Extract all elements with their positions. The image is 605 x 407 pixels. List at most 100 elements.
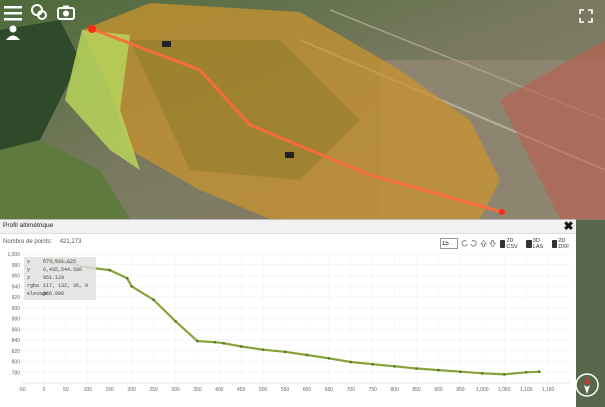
profile-point[interactable] [437, 368, 440, 372]
profile-point[interactable] [481, 372, 484, 375]
export-2d-csv-button[interactable]: 2D CSV [500, 238, 524, 250]
x-tick-label: 800 [390, 387, 399, 393]
x-tick-label: -50 [18, 387, 25, 393]
export-label: 2D CSV [506, 237, 518, 250]
profile-point[interactable] [239, 345, 243, 348]
profile-point[interactable] [174, 319, 177, 323]
expand-icon [579, 9, 593, 23]
download-icon [500, 239, 506, 248]
profile-point[interactable] [502, 373, 506, 376]
x-tick-label: 1,100 [520, 387, 533, 393]
profile-point[interactable] [213, 340, 217, 344]
expand-button[interactable] [577, 7, 595, 25]
x-tick-label: 1,150 [542, 387, 555, 393]
download-icon [526, 239, 532, 248]
y-tick-label: 980 [12, 263, 21, 269]
profile-point[interactable] [261, 348, 265, 351]
x-tick-label: 100 [84, 387, 93, 393]
x-tick-label: 150 [106, 387, 115, 393]
profile-point[interactable] [283, 350, 287, 354]
profile-point[interactable] [415, 367, 418, 370]
profile-series-line [43, 258, 540, 376]
x-tick-label: 450 [237, 387, 246, 393]
y-tick-label: 900 [12, 306, 21, 312]
profile-toolbar: 2D CSV 3D LAS 2D DXF [440, 237, 576, 250]
y-tick-label: 1,000 [7, 252, 20, 258]
profile-point[interactable] [349, 360, 353, 364]
x-tick-label: 500 [259, 387, 268, 393]
x-tick-label: 900 [434, 387, 443, 393]
x-tick-label: 550 [281, 387, 290, 393]
x-tick-label: 250 [149, 387, 158, 393]
close-button[interactable]: ✖ [563, 219, 574, 233]
info-row: y 6,435,544.586 [27, 267, 83, 273]
y-tick-label: 920 [12, 295, 21, 301]
profile-point[interactable] [130, 284, 133, 288]
points-label: Nombre de points: [3, 239, 53, 245]
profile-point[interactable] [393, 365, 396, 368]
rotate-left-icon[interactable] [461, 239, 468, 248]
x-tick-label: 200 [127, 387, 136, 393]
x-tick-label: 350 [193, 387, 202, 393]
y-tick-label: 940 [12, 284, 21, 290]
menu-button[interactable] [2, 2, 24, 24]
x-tick-label: 0 [43, 387, 46, 393]
export-3d-las-button[interactable]: 3D LAS [526, 238, 550, 250]
profile-point[interactable] [305, 353, 309, 357]
x-tick-label: 1,050 [498, 387, 511, 393]
y-tick-label: 820 [12, 349, 21, 355]
profile-point[interactable] [371, 362, 375, 366]
profile-point[interactable] [125, 276, 129, 280]
y-tick-label: 860 [12, 327, 21, 333]
panel-header: Profil altimétrique [0, 220, 576, 234]
profile-start-marker[interactable] [88, 25, 96, 33]
x-tick-label: 300 [171, 387, 180, 393]
hamburger-menu-icon [4, 6, 22, 21]
compass-icon[interactable] [574, 372, 600, 398]
y-tick-label: 960 [12, 274, 21, 280]
x-tick-label: 600 [303, 387, 312, 393]
panel-title: Profil altimétrique [3, 222, 54, 229]
user-location-icon [6, 25, 20, 40]
x-tick-label: 700 [347, 387, 356, 393]
profile-end-marker[interactable] [499, 209, 505, 215]
profile-point[interactable] [459, 370, 462, 374]
x-tick-label: 1,000 [476, 387, 489, 393]
info-row: rgba 117, 132, 36, 0 [27, 283, 89, 289]
points-summary: Nombre de points: 421,273 [3, 239, 87, 245]
y-tick-label: 880 [12, 317, 21, 323]
point-info-box: x 673,531.625 y 6,435,544.586 z 951.129 rgb… [24, 257, 96, 300]
x-tick-label: 400 [215, 387, 224, 393]
profile-point[interactable] [524, 370, 528, 374]
x-tick-label: 850 [412, 387, 421, 393]
x-tick-label: 50 [63, 387, 69, 393]
profile-point[interactable] [538, 370, 541, 374]
move-down-icon[interactable] [488, 239, 496, 248]
info-row: x 673,531.625 [27, 259, 77, 265]
density-input[interactable] [440, 238, 458, 249]
export-label: 2D DXF [558, 237, 570, 250]
move-up-icon[interactable] [479, 239, 487, 248]
close-icon: ✖ [563, 219, 574, 233]
profile-point[interactable] [222, 341, 225, 345]
profile-point[interactable] [108, 268, 111, 272]
x-tick-label: 950 [456, 387, 465, 393]
y-tick-label: 780 [12, 370, 21, 376]
profile-point[interactable] [327, 356, 331, 360]
user-location-button[interactable] [2, 22, 24, 44]
download-icon [551, 239, 558, 248]
points-count: 421,273 [59, 239, 82, 245]
x-tick-label: 750 [369, 387, 378, 393]
profile-point[interactable] [152, 298, 155, 301]
elevation-profile-panel: Profil altimétrique ✖ Nombre de points: … [0, 219, 576, 407]
map-label-marker [162, 41, 171, 47]
map-label-marker [285, 152, 294, 158]
camera-button[interactable] [55, 1, 77, 23]
export-2d-dxf-button[interactable]: 2D DXF [551, 237, 576, 250]
rotate-right-icon[interactable] [470, 239, 477, 248]
info-row: elevage966.996 [27, 291, 65, 297]
layers-button[interactable] [28, 1, 50, 23]
y-tick-label: 840 [12, 338, 21, 344]
y-tick-label: 800 [12, 360, 21, 366]
profile-point[interactable] [196, 339, 199, 343]
